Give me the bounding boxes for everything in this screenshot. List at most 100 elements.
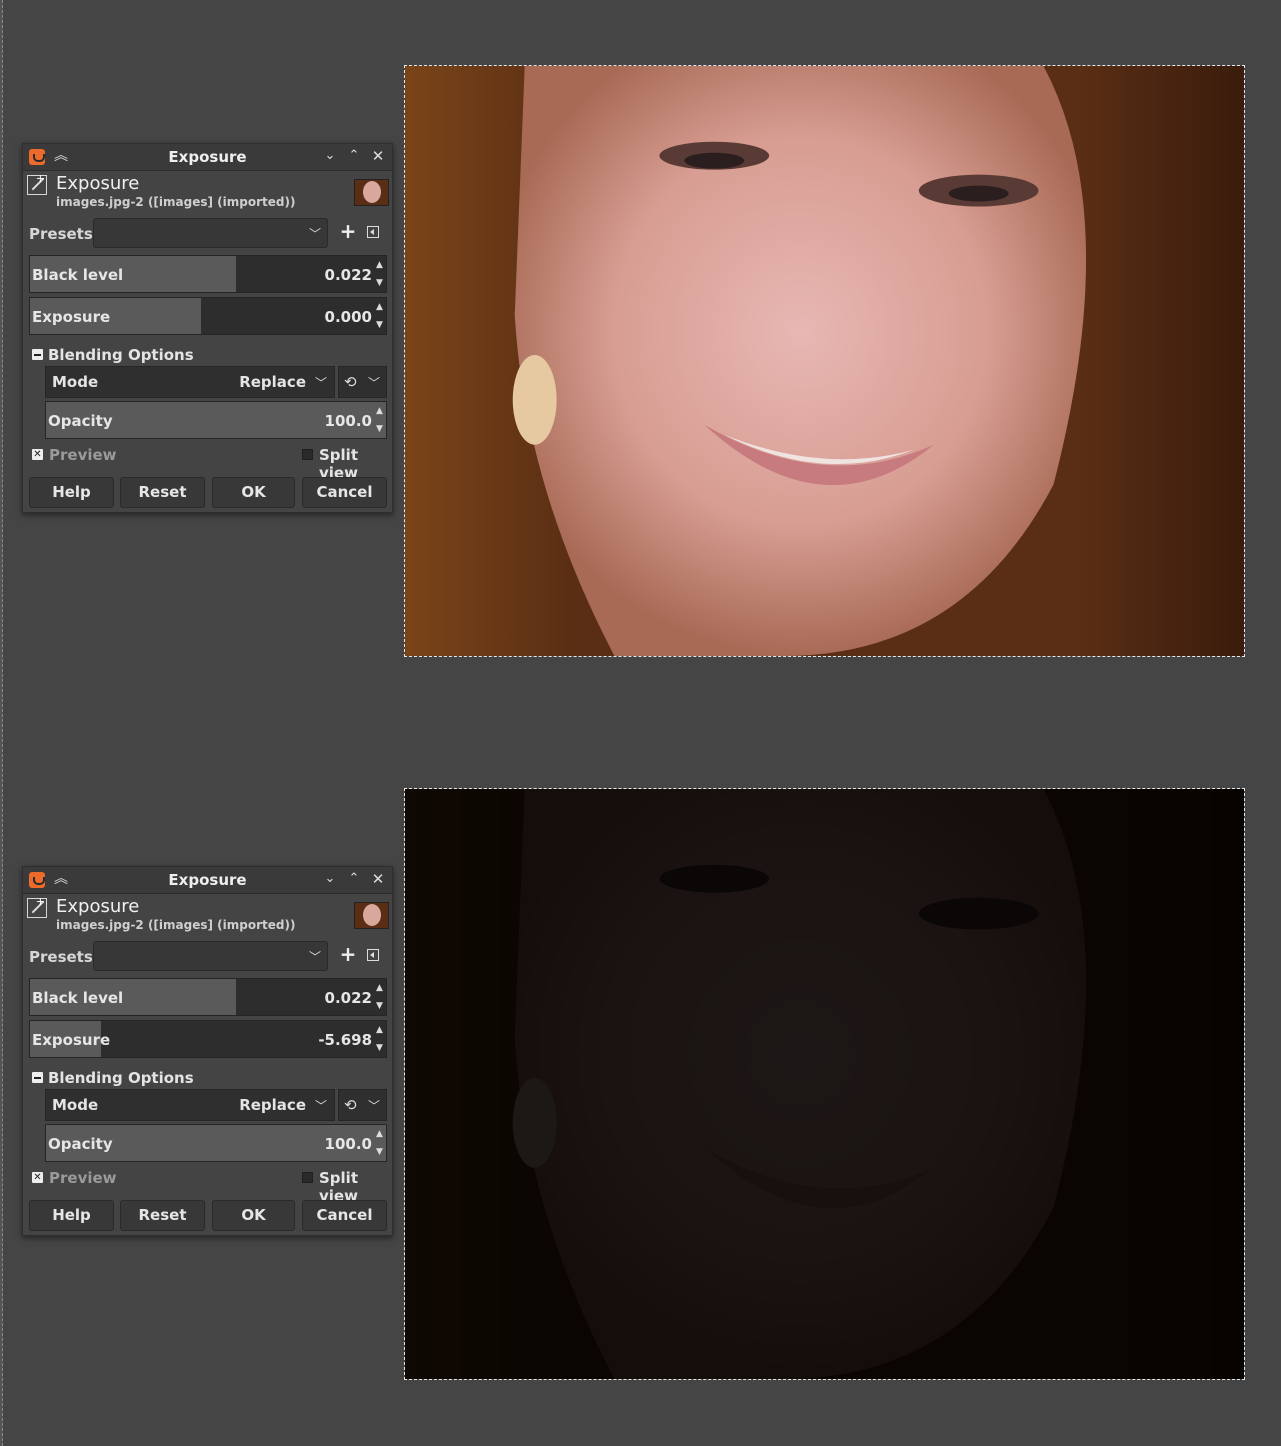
exposure-darkening xyxy=(405,789,1244,1379)
chevron-down-icon: ﹀ xyxy=(367,1099,380,1113)
black-level-value: 0.022 xyxy=(324,989,372,1007)
exposure-dialog-adjusted: ︽ Exposure ⌄ ⌃ ✕ Exposure images.jpg-2 (… xyxy=(22,866,393,1236)
gimp-app-icon xyxy=(29,149,45,165)
spin-up-icon[interactable]: ▲ xyxy=(374,1130,385,1139)
filter-title: Exposure xyxy=(56,173,140,194)
opacity-slider[interactable]: Opacity 100.0 ▲ ▼ xyxy=(45,401,387,439)
exposure-value: -5.698 xyxy=(318,1031,372,1049)
opacity-label: Opacity xyxy=(48,412,113,430)
spin-down-icon[interactable]: ▼ xyxy=(374,425,385,434)
filter-title: Exposure xyxy=(56,896,140,917)
add-preset-icon[interactable]: + xyxy=(339,221,357,241)
portrait-photo xyxy=(405,66,1244,656)
chevron-down-icon: ﹀ xyxy=(367,376,380,390)
mode-switch-icon: ⟲ xyxy=(344,373,357,391)
black-level-value: 0.022 xyxy=(324,266,372,284)
mode-switch-button[interactable]: ⟲ ﹀ xyxy=(338,366,387,398)
opacity-value: 100.0 xyxy=(324,1135,372,1153)
dialog-header: Exposure images.jpg-2 ([images] (importe… xyxy=(23,171,392,211)
black-level-label: Black level xyxy=(32,989,124,1007)
dialog-header: Exposure images.jpg-2 ([images] (importe… xyxy=(23,894,392,934)
spin-down-icon[interactable]: ▼ xyxy=(374,1148,385,1157)
maximize-icon[interactable]: ⌃ xyxy=(345,870,363,888)
exposure-dialog-original: ︽ Exposure ⌄ ⌃ ✕ Exposure images.jpg-2 (… xyxy=(22,143,393,513)
exposure-slider[interactable]: Exposure 0.000 ▲ ▼ xyxy=(29,297,387,335)
chevron-down-icon: ﹀ xyxy=(314,1099,327,1113)
spin-up-icon[interactable]: ▲ xyxy=(374,261,385,270)
preset-menu-icon[interactable] xyxy=(367,949,379,961)
spin-down-icon[interactable]: ▼ xyxy=(374,1002,385,1011)
help-button[interactable]: Help xyxy=(29,477,114,508)
mode-switch-button[interactable]: ⟲ ﹀ xyxy=(338,1089,387,1121)
black-level-label: Black level xyxy=(32,266,124,284)
dialog-titlebar[interactable]: ︽ Exposure ⌄ ⌃ ✕ xyxy=(23,867,392,894)
blending-expander-icon[interactable] xyxy=(32,1072,43,1083)
spin-down-icon[interactable]: ▼ xyxy=(374,279,385,288)
presets-label: Presets: xyxy=(29,225,99,243)
add-preset-icon[interactable]: + xyxy=(339,944,357,964)
dialog-title: Exposure xyxy=(168,871,247,889)
exposure-label: Exposure xyxy=(32,1031,111,1049)
help-button[interactable]: Help xyxy=(29,1200,114,1231)
black-level-slider[interactable]: Black level 0.022 ▲ ▼ xyxy=(29,978,387,1016)
minimize-icon[interactable]: ⌄ xyxy=(321,870,339,888)
spin-down-icon[interactable]: ▼ xyxy=(374,1044,385,1053)
preset-menu-icon[interactable] xyxy=(367,226,379,238)
mode-switch-icon: ⟲ xyxy=(344,1096,357,1114)
reset-button[interactable]: Reset xyxy=(120,1200,205,1231)
spin-up-icon[interactable]: ▲ xyxy=(374,303,385,312)
opacity-value: 100.0 xyxy=(324,412,372,430)
dialog-titlebar[interactable]: ︽ Exposure ⌄ ⌃ ✕ xyxy=(23,144,392,171)
presets-dropdown[interactable]: ﹀ xyxy=(93,941,328,971)
mode-label: Mode xyxy=(52,1096,99,1114)
opacity-label: Opacity xyxy=(48,1135,113,1153)
presets-dropdown[interactable]: ﹀ xyxy=(93,218,328,248)
blending-options-label[interactable]: Blending Options xyxy=(48,1069,194,1087)
shade-icon[interactable]: ︽ xyxy=(53,147,69,165)
ok-button[interactable]: OK xyxy=(212,1200,295,1231)
minimize-icon[interactable]: ⌄ xyxy=(321,147,339,165)
opacity-slider[interactable]: Opacity 100.0 ▲ ▼ xyxy=(45,1124,387,1162)
spin-down-icon[interactable]: ▼ xyxy=(374,321,385,330)
preview-checkbox[interactable]: ✕ xyxy=(32,1172,43,1183)
image-subtitle: images.jpg-2 ([images] (imported)) xyxy=(56,918,296,932)
cancel-button[interactable]: Cancel xyxy=(302,477,387,508)
blending-options-label[interactable]: Blending Options xyxy=(48,346,194,364)
chevron-down-icon: ﹀ xyxy=(314,376,327,390)
exposure-label: Exposure xyxy=(32,308,111,326)
spin-up-icon[interactable]: ▲ xyxy=(374,1026,385,1035)
cancel-button[interactable]: Cancel xyxy=(302,1200,387,1231)
mode-dropdown[interactable]: Mode Replace ﹀ xyxy=(45,1089,335,1121)
reset-button[interactable]: Reset xyxy=(120,477,205,508)
exposure-filter-icon xyxy=(27,895,47,918)
presets-label: Presets: xyxy=(29,948,99,966)
mode-value: Replace xyxy=(239,373,306,391)
chevron-down-icon: ﹀ xyxy=(308,950,321,964)
blending-expander-icon[interactable] xyxy=(32,349,43,360)
spin-up-icon[interactable]: ▲ xyxy=(374,407,385,416)
close-icon[interactable]: ✕ xyxy=(369,870,387,888)
black-level-slider[interactable]: Black level 0.022 ▲ ▼ xyxy=(29,255,387,293)
dialog-title: Exposure xyxy=(168,148,247,166)
image-canvas-original[interactable] xyxy=(404,65,1245,657)
exposure-slider[interactable]: Exposure -5.698 ▲ ▼ xyxy=(29,1020,387,1058)
exposure-filter-icon xyxy=(27,172,47,195)
split-view-checkbox[interactable] xyxy=(302,449,313,460)
mode-dropdown[interactable]: Mode Replace ﹀ xyxy=(45,366,335,398)
chevron-down-icon: ﹀ xyxy=(308,227,321,241)
ok-button[interactable]: OK xyxy=(212,477,295,508)
close-icon[interactable]: ✕ xyxy=(369,147,387,165)
mode-label: Mode xyxy=(52,373,99,391)
preview-checkbox[interactable]: ✕ xyxy=(32,449,43,460)
image-subtitle: images.jpg-2 ([images] (imported)) xyxy=(56,195,296,209)
preview-label[interactable]: Preview xyxy=(49,1169,117,1187)
spin-up-icon[interactable]: ▲ xyxy=(374,984,385,993)
gimp-app-icon xyxy=(29,872,45,888)
canvas-left-edge xyxy=(0,0,3,1446)
shade-icon[interactable]: ︽ xyxy=(53,870,69,888)
exposure-value: 0.000 xyxy=(324,308,372,326)
preview-label[interactable]: Preview xyxy=(49,446,117,464)
image-canvas-preview[interactable] xyxy=(404,788,1245,1380)
maximize-icon[interactable]: ⌃ xyxy=(345,147,363,165)
split-view-checkbox[interactable] xyxy=(302,1172,313,1183)
